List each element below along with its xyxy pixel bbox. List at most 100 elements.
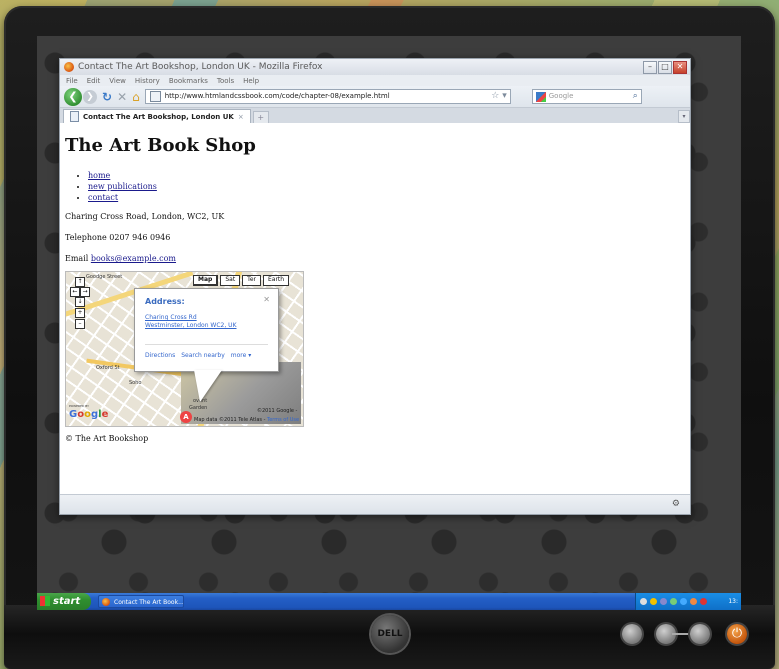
firefox-icon xyxy=(102,598,110,606)
info-window-close-icon[interactable]: ✕ xyxy=(263,295,270,304)
map-label-oxford: Oxford St xyxy=(96,365,120,371)
minimize-button[interactable]: – xyxy=(643,60,657,74)
menu-bookmarks[interactable]: Bookmarks xyxy=(169,77,208,85)
document-icon xyxy=(70,111,79,122)
footer-copyright: © The Art Bookshop xyxy=(65,434,149,443)
monitor-button-menu[interactable] xyxy=(622,624,642,644)
search-placeholder: Google xyxy=(548,92,574,100)
system-tray: 13: xyxy=(635,593,741,610)
tray-icon[interactable] xyxy=(670,598,677,605)
forward-arrow-icon[interactable]: ❯ xyxy=(83,89,97,104)
pan-up-icon[interactable]: ↑ xyxy=(75,277,85,287)
menu-help[interactable]: Help xyxy=(243,77,259,85)
pan-down-icon[interactable]: ↓ xyxy=(75,297,85,307)
reload-icon[interactable]: ↻ xyxy=(102,90,112,104)
google-logo[interactable]: Google xyxy=(69,409,108,420)
tray-icon[interactable] xyxy=(640,598,647,605)
pan-left-icon[interactable]: ← xyxy=(70,287,80,297)
map-data-attribution: Map data ©2011 Tele Atlas - Terms of Use xyxy=(194,417,299,423)
terms-of-use-link[interactable]: Terms of Use xyxy=(267,417,299,423)
maximize-button[interactable]: □ xyxy=(658,60,672,74)
tray-icon[interactable] xyxy=(660,598,667,605)
monitor-button-plus[interactable] xyxy=(690,624,710,644)
back-arrow-icon[interactable]: ❮ xyxy=(64,87,82,106)
close-button[interactable]: ✕ xyxy=(673,60,687,74)
pan-right-icon[interactable]: → xyxy=(80,287,90,297)
more-link[interactable]: more ▾ xyxy=(231,352,251,359)
google-map[interactable]: ↑ ← → ↓ + – Map Sat Ter Earth Goodge Str… xyxy=(65,271,304,427)
url-bar[interactable]: http://www.htmlandcssbook.com/code/chapt… xyxy=(144,89,511,104)
address-line-2[interactable]: Westminster, London WC2, UK xyxy=(145,322,237,330)
map-label-soho: Soho xyxy=(129,380,142,386)
map-label-goodge: Goodge Street xyxy=(86,274,123,280)
url-text: http://www.htmlandcssbook.com/code/chapt… xyxy=(164,92,390,100)
window-title: Contact The Art Bookshop, London UK - Mo… xyxy=(78,62,323,72)
map-type-sat[interactable]: Sat xyxy=(220,275,241,286)
map-type-ter[interactable]: Ter xyxy=(242,275,261,286)
tray-icon[interactable] xyxy=(680,598,687,605)
email-link[interactable]: books@example.com xyxy=(91,254,176,263)
nav-link-new-publications[interactable]: new publications xyxy=(88,182,157,191)
tab-list-dropdown-icon[interactable]: ▾ xyxy=(678,110,690,123)
bookmark-star-icon[interactable]: ☆ ▾ xyxy=(491,90,509,103)
map-type-earth[interactable]: Earth xyxy=(262,275,290,286)
power-button-icon[interactable]: ⏻ xyxy=(727,624,747,644)
page-title: The Art Book Shop xyxy=(65,135,256,156)
search-bar[interactable]: Google ⌕ xyxy=(531,89,642,104)
menu-edit[interactable]: Edit xyxy=(87,77,101,85)
zoom-out-icon[interactable]: – xyxy=(75,319,85,329)
search-magnifier-icon[interactable]: ⌕ xyxy=(633,90,641,103)
dell-logo: DELL xyxy=(371,615,409,653)
map-data-text: Map data ©2011 Tele Atlas - xyxy=(194,417,267,423)
start-button[interactable]: start xyxy=(37,593,91,610)
home-icon[interactable]: ⌂ xyxy=(132,90,140,104)
address-line-1[interactable]: Charing Cross Rd xyxy=(145,314,237,322)
email-prefix: Email xyxy=(65,254,91,263)
taskbar: start Contact The Art Book... 13: xyxy=(37,593,741,610)
tray-icon[interactable] xyxy=(690,598,697,605)
clock[interactable]: 13: xyxy=(728,593,741,610)
search-engine-icon[interactable] xyxy=(535,91,546,102)
menu-tools[interactable]: Tools xyxy=(217,77,234,85)
firefox-icon xyxy=(64,62,74,72)
tab-contact[interactable]: Contact The Art Bookshop, London UK × xyxy=(63,109,251,123)
new-tab-button[interactable]: + xyxy=(252,111,269,123)
tab-strip: Contact The Art Bookshop, London UK × + … xyxy=(60,108,690,124)
menu-file[interactable]: File xyxy=(66,77,78,85)
info-window-divider xyxy=(145,344,268,345)
tray-icon[interactable] xyxy=(700,598,707,605)
email-line: Email books@example.com xyxy=(65,254,176,263)
page-content: The Art Book Shop home new publications … xyxy=(60,123,690,495)
tab-label: Contact The Art Bookshop, London UK xyxy=(83,112,234,121)
nav-item-new-publications: new publications xyxy=(88,181,157,192)
taskbar-item-firefox[interactable]: Contact The Art Book... xyxy=(98,595,184,608)
title-bar: Contact The Art Bookshop, London UK - Mo… xyxy=(60,59,690,75)
nav-link-contact[interactable]: contact xyxy=(88,193,118,202)
nav-link-home[interactable]: home xyxy=(88,171,110,180)
window-controls: – □ ✕ xyxy=(643,60,687,74)
navigation-toolbar: ❮ ❯ ↻ ✕ ⌂ http://www.htmlandcssbook.com/… xyxy=(60,86,690,108)
taskbar-item-label: Contact The Art Book... xyxy=(114,599,184,606)
info-window-address[interactable]: Charing Cross Rd Westminster, London WC2… xyxy=(145,314,237,330)
directions-link[interactable]: Directions xyxy=(145,352,175,359)
search-nearby-link[interactable]: Search nearby xyxy=(181,352,225,359)
status-addon-icon[interactable]: ⚙ xyxy=(672,499,680,509)
map-type-controls: Map Sat Ter Earth xyxy=(193,275,290,286)
page-favicon-icon xyxy=(149,91,161,102)
windows-flag-icon xyxy=(40,596,50,606)
tab-close-icon[interactable]: × xyxy=(238,113,244,121)
start-label: start xyxy=(53,596,81,607)
tray-icon[interactable] xyxy=(650,598,657,605)
menu-view[interactable]: View xyxy=(109,77,126,85)
info-window-tail xyxy=(194,370,222,402)
address-text: Charing Cross Road, London, WC2, UK xyxy=(65,212,225,221)
map-type-map[interactable]: Map xyxy=(193,275,219,286)
firefox-window: Contact The Art Bookshop, London UK - Mo… xyxy=(59,58,691,515)
map-marker-icon[interactable]: A xyxy=(180,411,192,423)
site-nav: home new publications contact xyxy=(78,170,157,203)
menu-history[interactable]: History xyxy=(135,77,160,85)
stop-icon[interactable]: ✕ xyxy=(117,90,127,104)
info-window-actions: Directions Search nearby more ▾ xyxy=(145,352,251,359)
zoom-in-icon[interactable]: + xyxy=(75,308,85,318)
map-info-window: Address: ✕ Charing Cross Rd Westminster,… xyxy=(134,288,279,372)
